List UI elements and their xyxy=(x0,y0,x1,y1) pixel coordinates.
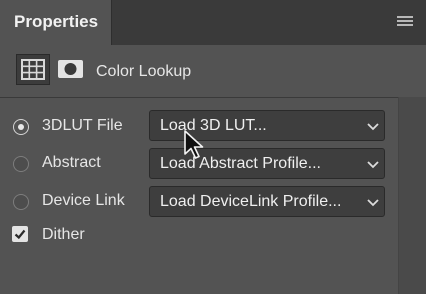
select-value: Load DeviceLink Profile... xyxy=(160,193,342,210)
chevron-down-icon xyxy=(367,161,379,169)
tab-properties[interactable]: Properties xyxy=(0,0,112,45)
radio-device-link[interactable] xyxy=(13,194,29,210)
option-label-3dlut: 3DLUT File xyxy=(42,117,123,134)
select-value: Load 3D LUT... xyxy=(160,117,267,134)
panel-tab-bar: Properties xyxy=(0,0,426,45)
option-label-abstract: Abstract xyxy=(42,154,101,171)
layer-mask-icon[interactable] xyxy=(56,56,86,82)
chevron-down-icon xyxy=(367,199,379,207)
header-divider xyxy=(0,97,398,98)
option-label-device-link: Device Link xyxy=(42,192,125,209)
scrollbar[interactable] xyxy=(398,97,426,294)
dither-label: Dither xyxy=(42,226,85,243)
dither-checkbox[interactable] xyxy=(12,226,28,242)
properties-panel: Properties Color Lookup 3DLUT File Load … xyxy=(0,0,426,294)
radio-abstract[interactable] xyxy=(13,156,29,172)
checkmark-icon xyxy=(14,229,26,240)
adjustment-title: Color Lookup xyxy=(96,63,192,80)
panel-menu-icon[interactable] xyxy=(397,16,413,28)
select-devicelink-profile[interactable]: Load DeviceLink Profile... xyxy=(149,186,385,217)
chevron-down-icon xyxy=(367,123,379,131)
radio-3dlut-file[interactable] xyxy=(13,119,29,135)
grid-table-icon[interactable] xyxy=(16,54,50,85)
mouse-pointer-icon xyxy=(184,130,204,159)
tab-label: Properties xyxy=(14,12,99,31)
